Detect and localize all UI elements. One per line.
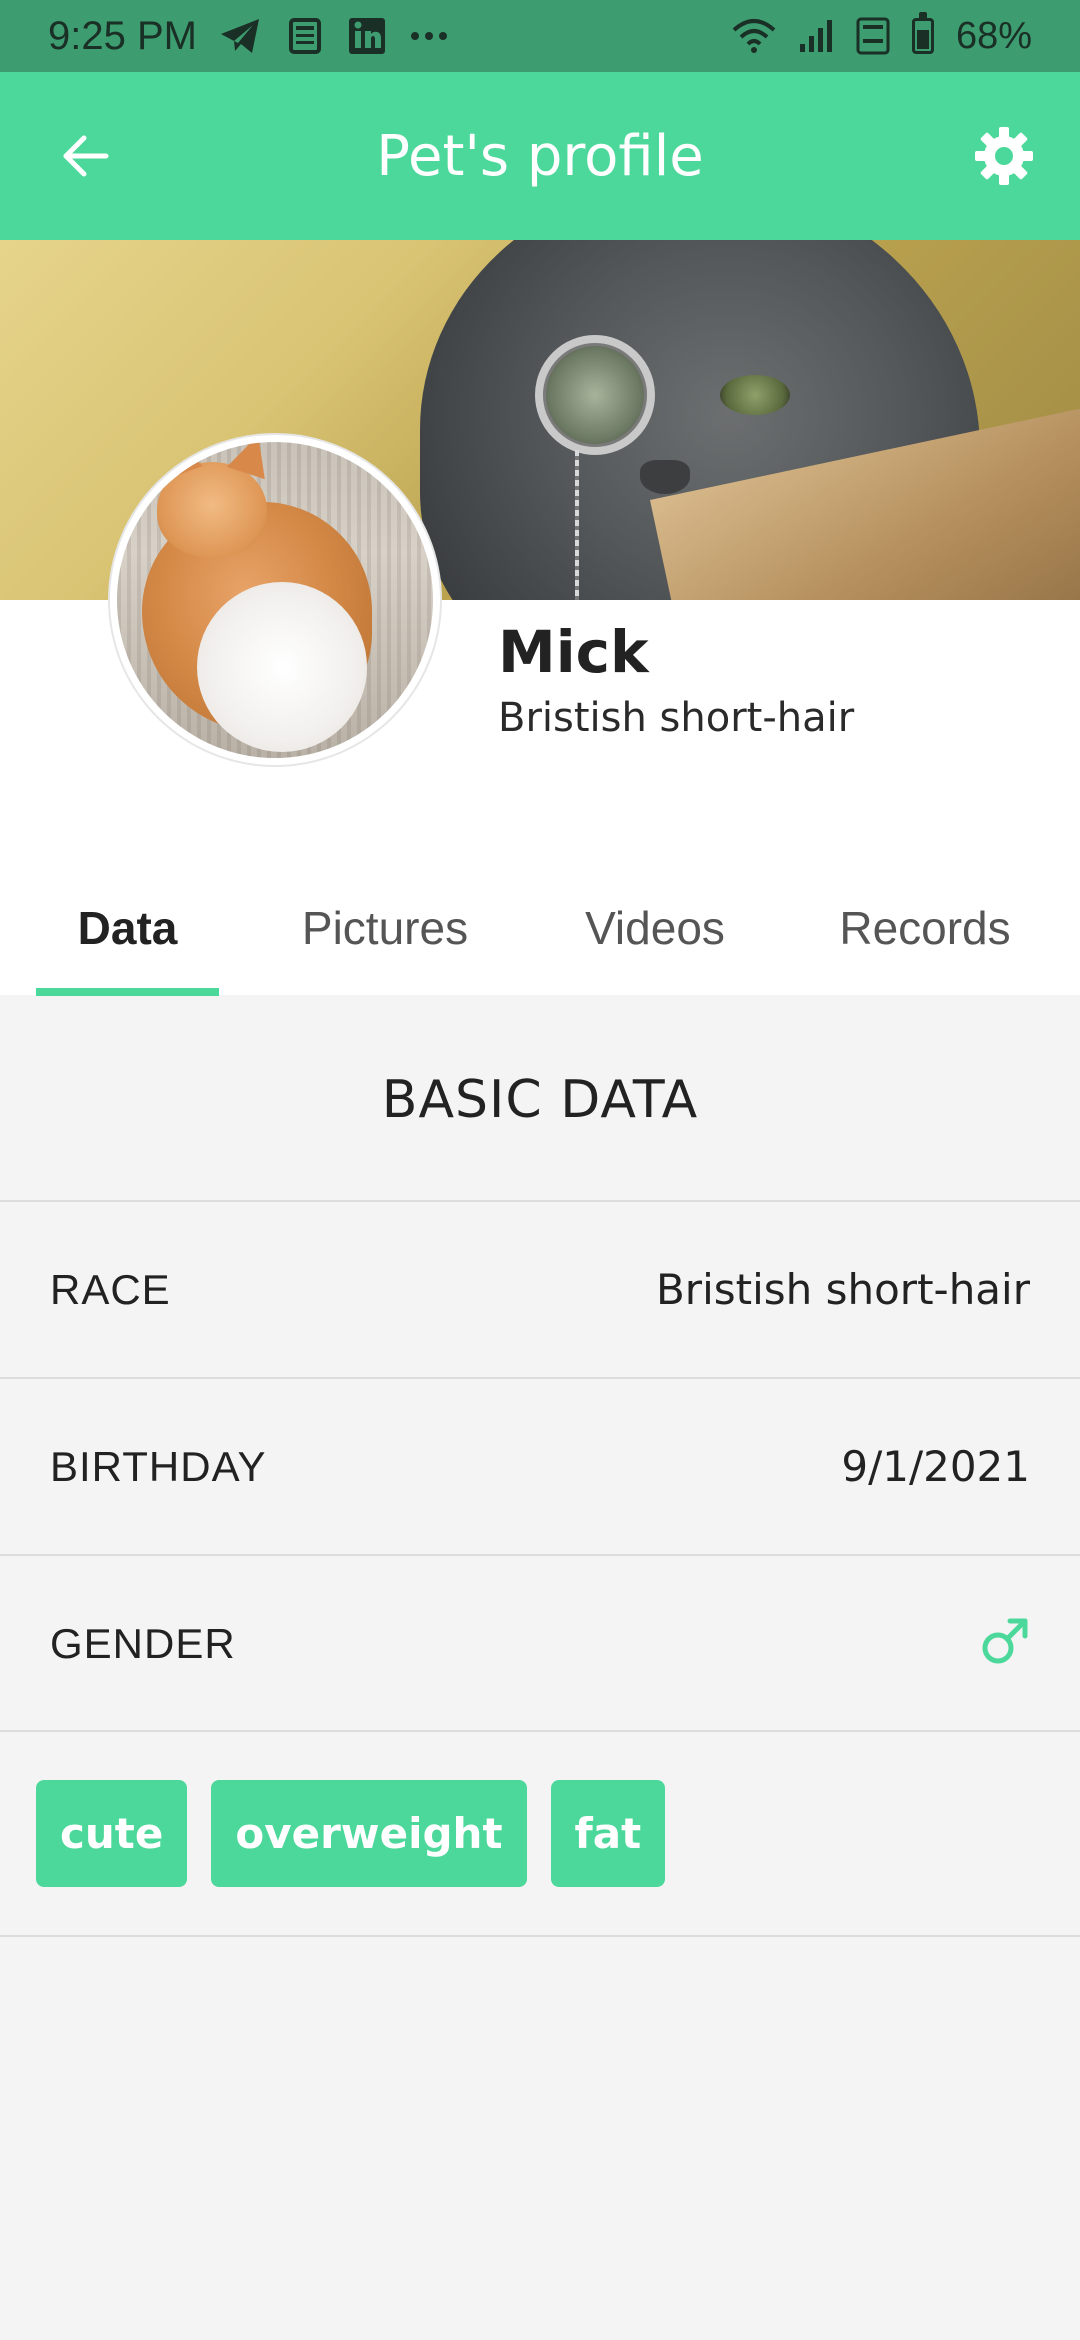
volte-icon — [856, 17, 890, 55]
gender-row: GENDER — [0, 1554, 1080, 1731]
settings-button[interactable] — [964, 116, 1044, 196]
more-dots-icon — [409, 30, 449, 42]
pet-name: Mick — [498, 618, 649, 686]
tags-row: cute overweight fat — [0, 1730, 1080, 1937]
tag-chip[interactable]: cute — [36, 1780, 188, 1887]
birthday-value: 9/1/2021 — [841, 1442, 1030, 1491]
tab-pictures[interactable]: Pictures — [280, 860, 490, 995]
back-button[interactable] — [52, 122, 120, 190]
gender-label: GENDER — [50, 1619, 236, 1667]
tag-chip[interactable]: fat — [550, 1780, 666, 1887]
tab-bar: Data Pictures Videos Records — [0, 860, 1080, 995]
race-value: Bristish short-hair — [655, 1265, 1030, 1314]
news-icon — [285, 16, 325, 56]
status-time: 9:25 PM — [48, 13, 197, 58]
tab-data[interactable]: Data — [36, 860, 219, 995]
app-bar: Pet's profile — [0, 72, 1080, 240]
status-bar: 9:25 PM 68% — [0, 0, 1080, 72]
telegram-icon — [219, 16, 263, 56]
male-symbol-icon — [980, 1616, 1030, 1671]
birthday-label: BIRTHDAY — [50, 1442, 267, 1490]
signal-icon — [798, 18, 834, 54]
race-row: RACE Bristish short-hair — [0, 1200, 1080, 1377]
section-title: BASIC DATA — [381, 1070, 699, 1130]
birthday-row: BIRTHDAY 9/1/2021 — [0, 1377, 1080, 1554]
tab-records[interactable]: Records — [815, 860, 1035, 995]
battery-icon — [911, 12, 934, 54]
wifi-icon — [732, 18, 776, 54]
linkedin-icon — [347, 16, 387, 56]
tag-chip[interactable]: overweight — [211, 1780, 527, 1887]
battery-percent: 68% — [955, 14, 1032, 57]
race-label: RACE — [50, 1265, 171, 1313]
gear-icon — [975, 127, 1033, 185]
arrow-left-icon — [63, 135, 109, 177]
tab-videos[interactable]: Videos — [560, 860, 750, 995]
active-tab-indicator — [36, 988, 219, 996]
pet-breed: Bristish short-hair — [498, 695, 855, 741]
page-title: Pet's profile — [376, 123, 704, 189]
avatar[interactable] — [110, 435, 440, 765]
